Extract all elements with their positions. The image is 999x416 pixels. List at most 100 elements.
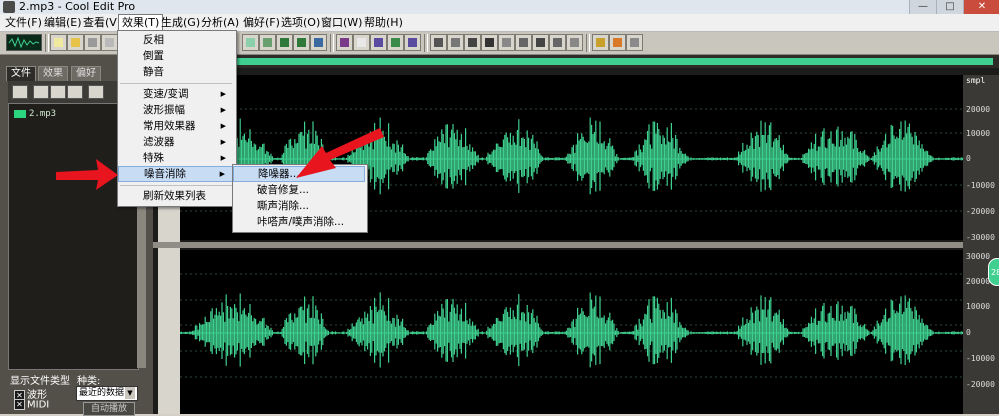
toolbar-button-4[interactable] bbox=[293, 34, 310, 51]
toolbar-button-14[interactable] bbox=[532, 34, 549, 51]
chevron-down-icon[interactable]: ▼ bbox=[125, 387, 135, 399]
menu-item-click-pop-eliminator[interactable]: 咔嗒声/噗声消除... bbox=[233, 214, 365, 230]
menu-help[interactable]: 帮助(H) bbox=[361, 14, 406, 31]
scale-tick: 20000 bbox=[966, 105, 991, 114]
panel-insert-button[interactable] bbox=[50, 85, 66, 99]
toolbar-button-3[interactable] bbox=[276, 34, 293, 51]
audio-file-icon bbox=[14, 109, 26, 118]
panel-play-button[interactable] bbox=[88, 85, 104, 99]
menu-separator bbox=[120, 83, 232, 84]
menu-item-special[interactable]: 特殊 ▶ bbox=[118, 150, 234, 166]
window-title: 2.mp3 - Cool Edit Pro bbox=[19, 0, 136, 13]
menu-item-refresh-effects[interactable]: 刷新效果列表 bbox=[118, 188, 234, 204]
panel-close-button[interactable] bbox=[33, 85, 49, 99]
toolbar-button-15[interactable] bbox=[549, 34, 566, 51]
menu-item-reverse[interactable]: 倒置 bbox=[118, 48, 234, 64]
submenu-arrow-icon: ▶ bbox=[220, 90, 226, 98]
waveform-view-toggle[interactable] bbox=[6, 34, 42, 51]
scale-tick: 30000 bbox=[966, 252, 991, 261]
toolbar-button-11[interactable] bbox=[447, 34, 464, 51]
toolbar-button-16[interactable] bbox=[566, 34, 583, 51]
toolbar-button-8[interactable] bbox=[387, 34, 404, 51]
multitrack-button[interactable] bbox=[336, 34, 353, 51]
submenu-arrow-icon: ▶ bbox=[220, 106, 226, 114]
maximize-button[interactable]: □ bbox=[936, 0, 963, 14]
toolbar-button-12[interactable] bbox=[464, 34, 481, 51]
file-list-item[interactable]: 2.mp3 bbox=[14, 109, 56, 119]
toolbar-button-17[interactable] bbox=[592, 34, 609, 51]
scale-tick: -20000 bbox=[966, 207, 995, 216]
tab-files[interactable]: 文件 bbox=[6, 66, 36, 81]
scale-tick: -10000 bbox=[966, 181, 995, 190]
title-bar bbox=[0, 0, 999, 14]
scale-tick: -30000 bbox=[966, 233, 995, 242]
menu-item-amplitude[interactable]: 波形振幅 ▶ bbox=[118, 102, 234, 118]
menu-separator bbox=[120, 185, 232, 186]
waveform-svg[interactable] bbox=[180, 75, 963, 414]
submenu-arrow-icon: ▶ bbox=[220, 154, 226, 162]
scale-tick: 10000 bbox=[966, 302, 991, 311]
panel-open-button[interactable] bbox=[12, 85, 28, 99]
scale-tick: 10000 bbox=[966, 129, 991, 138]
toolbar-button-2[interactable] bbox=[259, 34, 276, 51]
menu-item-hiss-reduction[interactable]: 嘶声消除... bbox=[233, 198, 365, 214]
toolbar-separator bbox=[424, 34, 428, 52]
save-button[interactable] bbox=[84, 34, 101, 51]
toolbar-button-10[interactable] bbox=[430, 34, 447, 51]
scale-tick: 20000 bbox=[966, 277, 991, 286]
menu-item-noise-reducer[interactable]: 降噪器... bbox=[233, 166, 365, 182]
menu-item-common-effects[interactable]: 常用效果器 ▶ bbox=[118, 118, 234, 134]
menu-item-clip-restoration[interactable]: 破音修复... bbox=[233, 182, 365, 198]
play-button[interactable] bbox=[481, 34, 498, 51]
tab-effects[interactable]: 效果 bbox=[38, 66, 68, 81]
menu-analyze[interactable]: 分析(A) bbox=[198, 14, 242, 31]
toolbar-button-6[interactable] bbox=[353, 34, 370, 51]
toolbar-button-7[interactable] bbox=[370, 34, 387, 51]
panel-edit-button[interactable] bbox=[67, 85, 83, 99]
noise-reduction-submenu: 降噪器... 破音修复... 嘶声消除... 咔嗒声/噗声消除... bbox=[232, 164, 368, 233]
menu-favorites[interactable]: 偏好(F) bbox=[240, 14, 283, 31]
menu-item-time-pitch[interactable]: 变速/变调 ▶ bbox=[118, 86, 234, 102]
menu-item-invert[interactable]: 反相 bbox=[118, 32, 234, 48]
show-file-types-label: 显示文件类型 bbox=[10, 376, 70, 387]
menu-options[interactable]: 选项(O) bbox=[278, 14, 323, 31]
effects-menu: 反相 倒置 静音 变速/变调 ▶ 波形振幅 ▶ 常用效果器 ▶ 滤波器 ▶ 特殊 ▶ 噪音… bbox=[117, 30, 237, 207]
submenu-arrow-icon: ▶ bbox=[220, 122, 226, 130]
scale-tick: 0 bbox=[966, 328, 971, 337]
toolbar-button-19[interactable] bbox=[626, 34, 643, 51]
menu-item-filters[interactable]: 滤波器 ▶ bbox=[118, 134, 234, 150]
toolbar-button-5[interactable] bbox=[310, 34, 327, 51]
toolbar-button-9[interactable] bbox=[404, 34, 421, 51]
menu-file[interactable]: 文件(F) bbox=[2, 14, 45, 31]
open-file-button[interactable] bbox=[67, 34, 84, 51]
type-label: 种类: bbox=[77, 376, 101, 387]
save-as-button[interactable] bbox=[101, 34, 118, 51]
menu-item-noise-reduction[interactable]: 噪音消除 ▶ bbox=[118, 166, 234, 182]
amplitude-scale bbox=[963, 75, 999, 414]
app-icon[interactable] bbox=[3, 1, 15, 13]
minimize-button[interactable]: — bbox=[909, 0, 936, 14]
overview-range-bar[interactable] bbox=[160, 58, 993, 65]
submenu-arrow-icon: ▶ bbox=[220, 138, 226, 146]
waveform-icon bbox=[8, 36, 40, 49]
zoom-in-button[interactable] bbox=[498, 34, 515, 51]
menu-generate[interactable]: 生成(G) bbox=[158, 14, 203, 31]
filter-midi[interactable]: ✕ MIDI bbox=[14, 399, 49, 411]
toolbar-separator bbox=[45, 34, 49, 52]
menu-edit[interactable]: 编辑(E) bbox=[41, 14, 85, 31]
toolbar-button-18[interactable] bbox=[609, 34, 626, 51]
scale-unit-label: smpl bbox=[966, 76, 986, 85]
scale-tick: -20000 bbox=[966, 380, 995, 389]
new-file-button[interactable] bbox=[50, 34, 67, 51]
submenu-arrow-icon: ▶ bbox=[219, 170, 225, 178]
menu-item-silence[interactable]: 静音 bbox=[118, 64, 234, 80]
toolbar-button-13[interactable] bbox=[515, 34, 532, 51]
menu-window[interactable]: 窗口(W) bbox=[318, 14, 365, 31]
checkbox-icon: ✕ bbox=[14, 399, 25, 410]
close-button[interactable]: ✕ bbox=[963, 0, 999, 14]
toolbar-button-1[interactable] bbox=[242, 34, 259, 51]
toolbar-separator bbox=[330, 34, 334, 52]
zoom-indicator[interactable]: 28 bbox=[988, 258, 999, 286]
tab-favorites[interactable]: 偏好 bbox=[71, 66, 101, 81]
toolbar-separator bbox=[586, 34, 590, 52]
